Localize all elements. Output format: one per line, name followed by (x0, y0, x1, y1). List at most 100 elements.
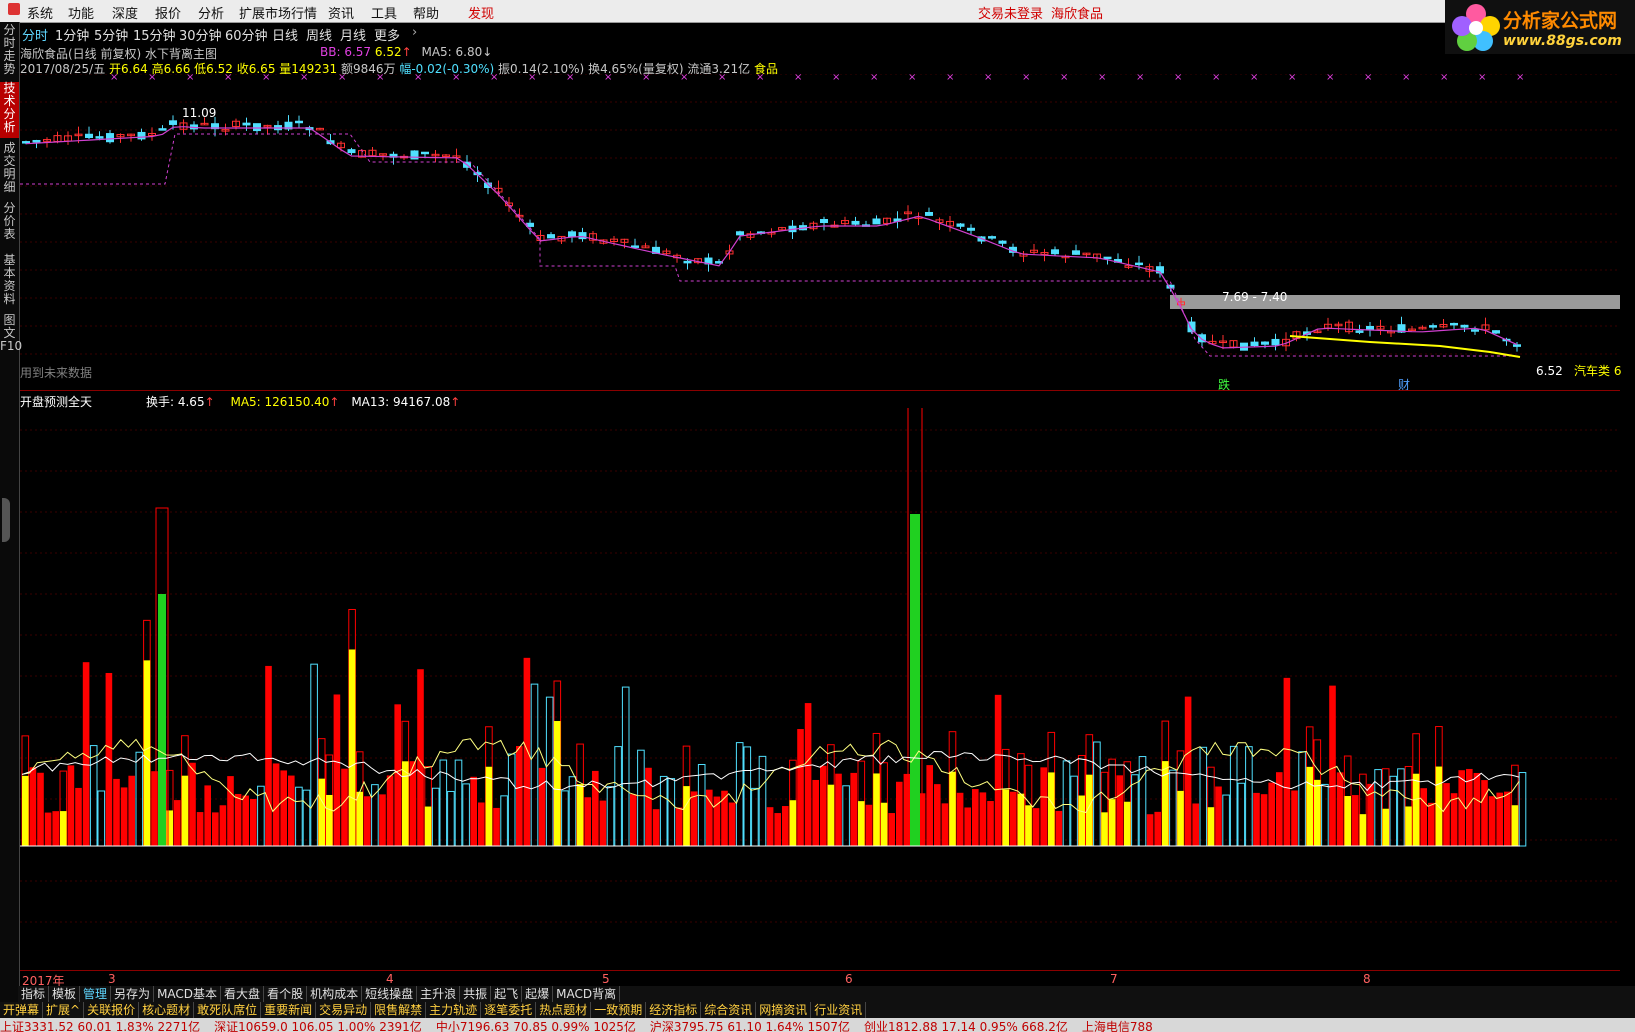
period-60min[interactable]: 60分钟 (225, 25, 268, 44)
chevron-right-icon[interactable]: › (412, 25, 417, 40)
volume-bar (1215, 786, 1222, 846)
bottom-tab[interactable]: 另存为 (111, 986, 155, 1003)
marker-x: × (338, 74, 346, 83)
bottom-tab[interactable]: 敢死队席位 (194, 1002, 262, 1019)
bottom-tab[interactable]: 扩展^ (43, 1002, 85, 1019)
volume-bar (174, 800, 181, 846)
tab-intraday[interactable]: 分时走势 (0, 24, 19, 78)
tab-trade-detail[interactable]: 成交明细 (0, 142, 19, 196)
axis-divider (20, 970, 1620, 971)
menu-discover[interactable]: 发现 (468, 3, 494, 22)
candle-body (1460, 324, 1469, 328)
period-30min[interactable]: 30分钟 (179, 25, 222, 44)
volume-bar-highlight (827, 784, 835, 846)
volume-bar-outline (431, 787, 440, 847)
axis-month-3: 3 (108, 972, 116, 986)
menu-help[interactable]: 帮助 (413, 3, 439, 22)
bottom-tab[interactable]: 一致预期 (591, 1002, 647, 1019)
volume-bar-highlight (1124, 801, 1131, 846)
bottom-tab[interactable]: 主升浪 (417, 986, 461, 1003)
volume-bar (1352, 795, 1359, 846)
menu-system[interactable]: 系统 (27, 3, 53, 22)
index-quote[interactable]: 上证3331.52 60.01 1.83% 2271亿 (0, 1020, 200, 1032)
bottom-tab[interactable]: 短线操盘 (362, 986, 418, 1003)
volume-bar (774, 813, 781, 846)
volume-bar (516, 746, 523, 846)
menu-tools[interactable]: 工具 (371, 3, 397, 22)
tab-basic-info[interactable]: 基本资料 (0, 254, 19, 308)
app-icon[interactable] (8, 3, 20, 19)
volume-bar-highlight (166, 810, 173, 846)
period-intraday[interactable]: 分时 (22, 25, 48, 44)
bottom-tab[interactable]: 机构成本 (307, 986, 363, 1003)
volume-chart[interactable] (20, 408, 1635, 968)
volume-bar-highlight (1017, 793, 1025, 846)
menu-quote[interactable]: 报价 (155, 3, 181, 22)
bottom-tab[interactable]: 起爆 (522, 986, 554, 1003)
menu-function[interactable]: 功能 (68, 3, 94, 22)
period-monthly[interactable]: 月线 (340, 25, 366, 44)
index-quote[interactable]: 中小7196.63 70.85 0.99% 1025亿 (436, 1020, 636, 1032)
volume-bar-outline (621, 686, 630, 847)
bottom-tab[interactable]: 网摘资讯 (756, 1002, 812, 1019)
volume-bar-outline (751, 787, 759, 847)
price-chart[interactable]: × × × × × × × × × × × × × × × × × × × × × × × × × × × × × × × × × × × × × × (20, 74, 1635, 390)
period-1min[interactable]: 1分钟 (55, 25, 89, 44)
index-quote[interactable]: 上海电信788 (1082, 1020, 1153, 1032)
index-quote[interactable]: 深证10659.0 106.05 1.00% 2391亿 (214, 1020, 422, 1032)
stock-link[interactable]: 海欣食品 (1051, 3, 1103, 22)
volume-bar (280, 770, 287, 846)
bottom-tab[interactable]: 共振 (460, 986, 492, 1003)
tab-technical[interactable]: 技术分析 (0, 82, 19, 138)
menu-analysis[interactable]: 分析 (198, 3, 224, 22)
login-status[interactable]: 交易未登录 (978, 3, 1043, 22)
info-tabs: 开弹幕 扩展^ 关联报价 核心题材 敢死队席位 重要新闻 交易异动 限售解禁 主力轨迹 逐笔委托热… (0, 1002, 1635, 1019)
marker-x: × (1212, 74, 1220, 83)
menu-news[interactable]: 资讯 (328, 3, 354, 22)
bottom-tab[interactable]: 关联报价 (84, 1002, 140, 1019)
bottom-tab[interactable]: 主力轨迹 (426, 1002, 482, 1019)
period-15min[interactable]: 15分钟 (133, 25, 176, 44)
menu-depth[interactable]: 深度 (112, 3, 138, 22)
bottom-tab[interactable]: 综合资讯 (701, 1002, 757, 1019)
bottom-tab[interactable]: 行业资讯 (811, 1002, 867, 1019)
volume-bar (1473, 772, 1481, 846)
bottom-tab[interactable]: 看大盘 (221, 986, 265, 1003)
bottom-tab[interactable]: 交易异动 (316, 1002, 372, 1019)
period-daily[interactable]: 日线 (272, 25, 298, 44)
bottom-tab[interactable]: 核心题材 (139, 1002, 195, 1019)
bottom-tab[interactable]: 起飞 (491, 986, 523, 1003)
bottom-tab[interactable]: MACD背离 (553, 986, 621, 1003)
period-weekly[interactable]: 周线 (306, 25, 332, 44)
bottom-tab[interactable]: 热点题材 (536, 1002, 592, 1019)
candle-body (1250, 341, 1259, 347)
index-quote[interactable]: 沪深3795.75 61.10 1.64% 1507亿 (650, 1020, 850, 1032)
period-more[interactable]: 更多 (374, 25, 400, 44)
volume-bar-outline (1199, 746, 1208, 847)
volume-bar (675, 807, 683, 846)
marker-x: × (832, 74, 840, 83)
bottom-tab[interactable]: 逐笔委托 (481, 1002, 537, 1019)
volume-bar-highlight (22, 775, 29, 846)
tab-price-table[interactable]: 分价表 (0, 202, 19, 246)
bottom-tab[interactable]: 看个股 (264, 986, 308, 1003)
bottom-tab[interactable]: 重要新闻 (261, 1002, 317, 1019)
candle-body (1135, 262, 1143, 266)
bottom-tab[interactable]: 限售解禁 (371, 1002, 427, 1019)
bottom-tab[interactable]: 管理 (80, 986, 112, 1003)
volume-bar (219, 805, 227, 846)
tab-f10[interactable]: 图文F10 (0, 314, 22, 374)
bottom-tab[interactable]: MACD基本 (154, 986, 222, 1003)
bottom-tab[interactable]: 开弹幕 (0, 1002, 44, 1019)
bottom-tab[interactable]: 指标 (18, 986, 50, 1003)
candle-body (1429, 325, 1437, 328)
bottom-tab[interactable]: 经济指标 (646, 1002, 702, 1019)
collapse-handle[interactable] (2, 498, 10, 542)
menu-extended-market[interactable]: 扩展市场行情 (239, 3, 317, 22)
period-5min[interactable]: 5分钟 (94, 25, 128, 44)
volume-bar-highlight (1108, 799, 1116, 846)
bottom-tab[interactable]: 模板 (49, 986, 81, 1003)
index-quote[interactable]: 创业1812.88 17.14 0.95% 668.2亿 (864, 1020, 1068, 1032)
volume-bar-highlight (1177, 790, 1184, 846)
volume-bar (728, 802, 736, 846)
